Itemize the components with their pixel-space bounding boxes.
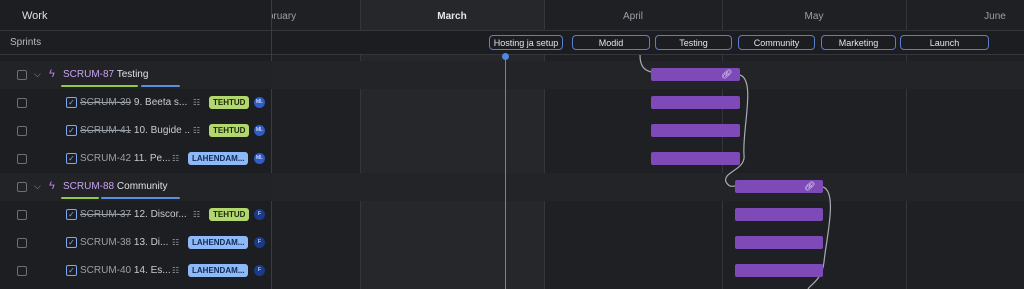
avatar[interactable]: F xyxy=(254,209,265,220)
task-type-icon: ✓ xyxy=(66,153,77,164)
task-title[interactable]: SCRUM-40 14. Es... xyxy=(80,265,170,276)
gantt-bar-task[interactable] xyxy=(735,208,823,221)
row-checkbox[interactable] xyxy=(17,126,27,136)
sprint-pill-testing[interactable]: Testing xyxy=(655,35,732,50)
task-type-icon: ✓ xyxy=(66,265,77,276)
subtask-icon: ☷ xyxy=(193,98,201,107)
chevron-down-icon[interactable]: ⌵ xyxy=(34,181,41,192)
link-icon[interactable]: 🔗︎ xyxy=(804,181,815,192)
lightning-icon: ϟ xyxy=(49,68,55,80)
subtask-icon: ☷ xyxy=(172,154,180,163)
sprint-pill-hosting[interactable]: Hosting ja setup xyxy=(489,35,563,50)
timeline-view: bruary March April May June Hosting ja s… xyxy=(0,0,1024,289)
task-type-icon: ✓ xyxy=(66,125,77,136)
status-badge[interactable]: TEHTUD xyxy=(209,96,250,109)
subtask-icon: ☷ xyxy=(172,266,180,275)
avatar[interactable]: F xyxy=(254,237,265,248)
status-badge[interactable]: TEHTUD xyxy=(209,208,250,221)
task-row[interactable]: ✓ SCRUM-39 9. Beeta s... ☷ TEHTUD ML xyxy=(0,89,272,117)
task-title[interactable]: SCRUM-41 10. Bugide ... xyxy=(80,125,190,136)
subtask-icon: ☷ xyxy=(193,210,201,219)
sprint-pill-community[interactable]: Community xyxy=(738,35,815,50)
progress-done xyxy=(61,197,99,199)
month-label-may: May xyxy=(804,11,824,22)
task-title[interactable]: SCRUM-39 9. Beeta s... xyxy=(80,97,187,108)
sprints-header: Sprints xyxy=(0,31,271,55)
avatar[interactable]: F xyxy=(254,265,265,276)
task-row[interactable]: ✓ SCRUM-37 12. Discor... ☷ TEHTUD F xyxy=(0,201,272,229)
avatar[interactable]: ML xyxy=(254,153,265,164)
task-title[interactable]: SCRUM-37 12. Discor... xyxy=(80,209,187,220)
status-badge[interactable]: LAHENDAM... xyxy=(188,236,248,249)
epic-row[interactable]: ⌵ ϟ SCRUM-87 Testing xyxy=(0,61,272,89)
link-icon[interactable]: 🔗︎ xyxy=(721,69,732,80)
task-type-icon: ✓ xyxy=(66,97,77,108)
gantt-bar-task[interactable] xyxy=(735,264,823,277)
task-type-icon: ✓ xyxy=(66,209,77,220)
row-checkbox[interactable] xyxy=(17,70,27,80)
task-title[interactable]: SCRUM-38 13. Di... xyxy=(80,237,168,248)
task-title[interactable]: SCRUM-42 11. Pe... xyxy=(80,153,170,164)
sprint-pill-marketing[interactable]: Marketing xyxy=(821,35,896,50)
task-row[interactable]: ✓ SCRUM-41 10. Bugide ... ☷ TEHTUD ML xyxy=(0,117,272,145)
status-badge[interactable]: TEHTUD xyxy=(209,124,250,137)
progress-done xyxy=(61,85,138,87)
task-row[interactable]: ✓ SCRUM-40 14. Es... ☷ LAHENDAM... F xyxy=(0,257,272,285)
work-header: Work xyxy=(0,0,271,31)
month-label-february: bruary xyxy=(267,11,297,22)
progress-in-progress xyxy=(101,197,180,199)
progress-in-progress xyxy=(141,85,180,87)
status-badge[interactable]: LAHENDAM... xyxy=(188,152,248,165)
gantt-bar-task[interactable] xyxy=(651,124,740,137)
task-row[interactable]: ✓ SCRUM-42 11. Pe... ☷ LAHENDAM... ML xyxy=(0,145,272,173)
month-label-march: March xyxy=(437,11,467,22)
month-label-june: June xyxy=(984,11,1006,22)
month-label-april: April xyxy=(622,11,644,22)
epic-title[interactable]: SCRUM-87 Testing xyxy=(63,69,148,80)
row-checkbox[interactable] xyxy=(17,98,27,108)
status-badge[interactable]: LAHENDAM... xyxy=(188,264,248,277)
subtask-icon: ☷ xyxy=(193,126,201,135)
gantt-bar-task[interactable] xyxy=(651,96,740,109)
task-row[interactable]: ✓ SCRUM-38 13. Di... ☷ LAHENDAM... F xyxy=(0,229,272,257)
avatar[interactable]: ML xyxy=(254,97,265,108)
chevron-down-icon[interactable]: ⌵ xyxy=(34,69,41,80)
row-checkbox[interactable] xyxy=(17,182,27,192)
epic-row[interactable]: ⌵ ϟ SCRUM-88 Community xyxy=(0,173,272,201)
row-checkbox[interactable] xyxy=(17,266,27,276)
row-checkbox[interactable] xyxy=(17,154,27,164)
avatar[interactable]: ML xyxy=(254,125,265,136)
gantt-bar-task[interactable] xyxy=(651,152,740,165)
row-checkbox[interactable] xyxy=(17,238,27,248)
gantt-bar-task[interactable] xyxy=(735,236,823,249)
row-checkbox[interactable] xyxy=(17,210,27,220)
sprint-pill-launch[interactable]: Launch xyxy=(900,35,989,50)
today-line xyxy=(505,55,506,289)
lightning-icon: ϟ xyxy=(49,180,55,192)
work-list-panel: Work Sprints ⌵ ϟ SCRUM-87 Testing ✓ SCRU… xyxy=(0,0,272,289)
subtask-icon: ☷ xyxy=(172,238,180,247)
sprint-pill-modid[interactable]: Modid xyxy=(572,35,650,50)
epic-title[interactable]: SCRUM-88 Community xyxy=(63,181,167,192)
task-type-icon: ✓ xyxy=(66,237,77,248)
